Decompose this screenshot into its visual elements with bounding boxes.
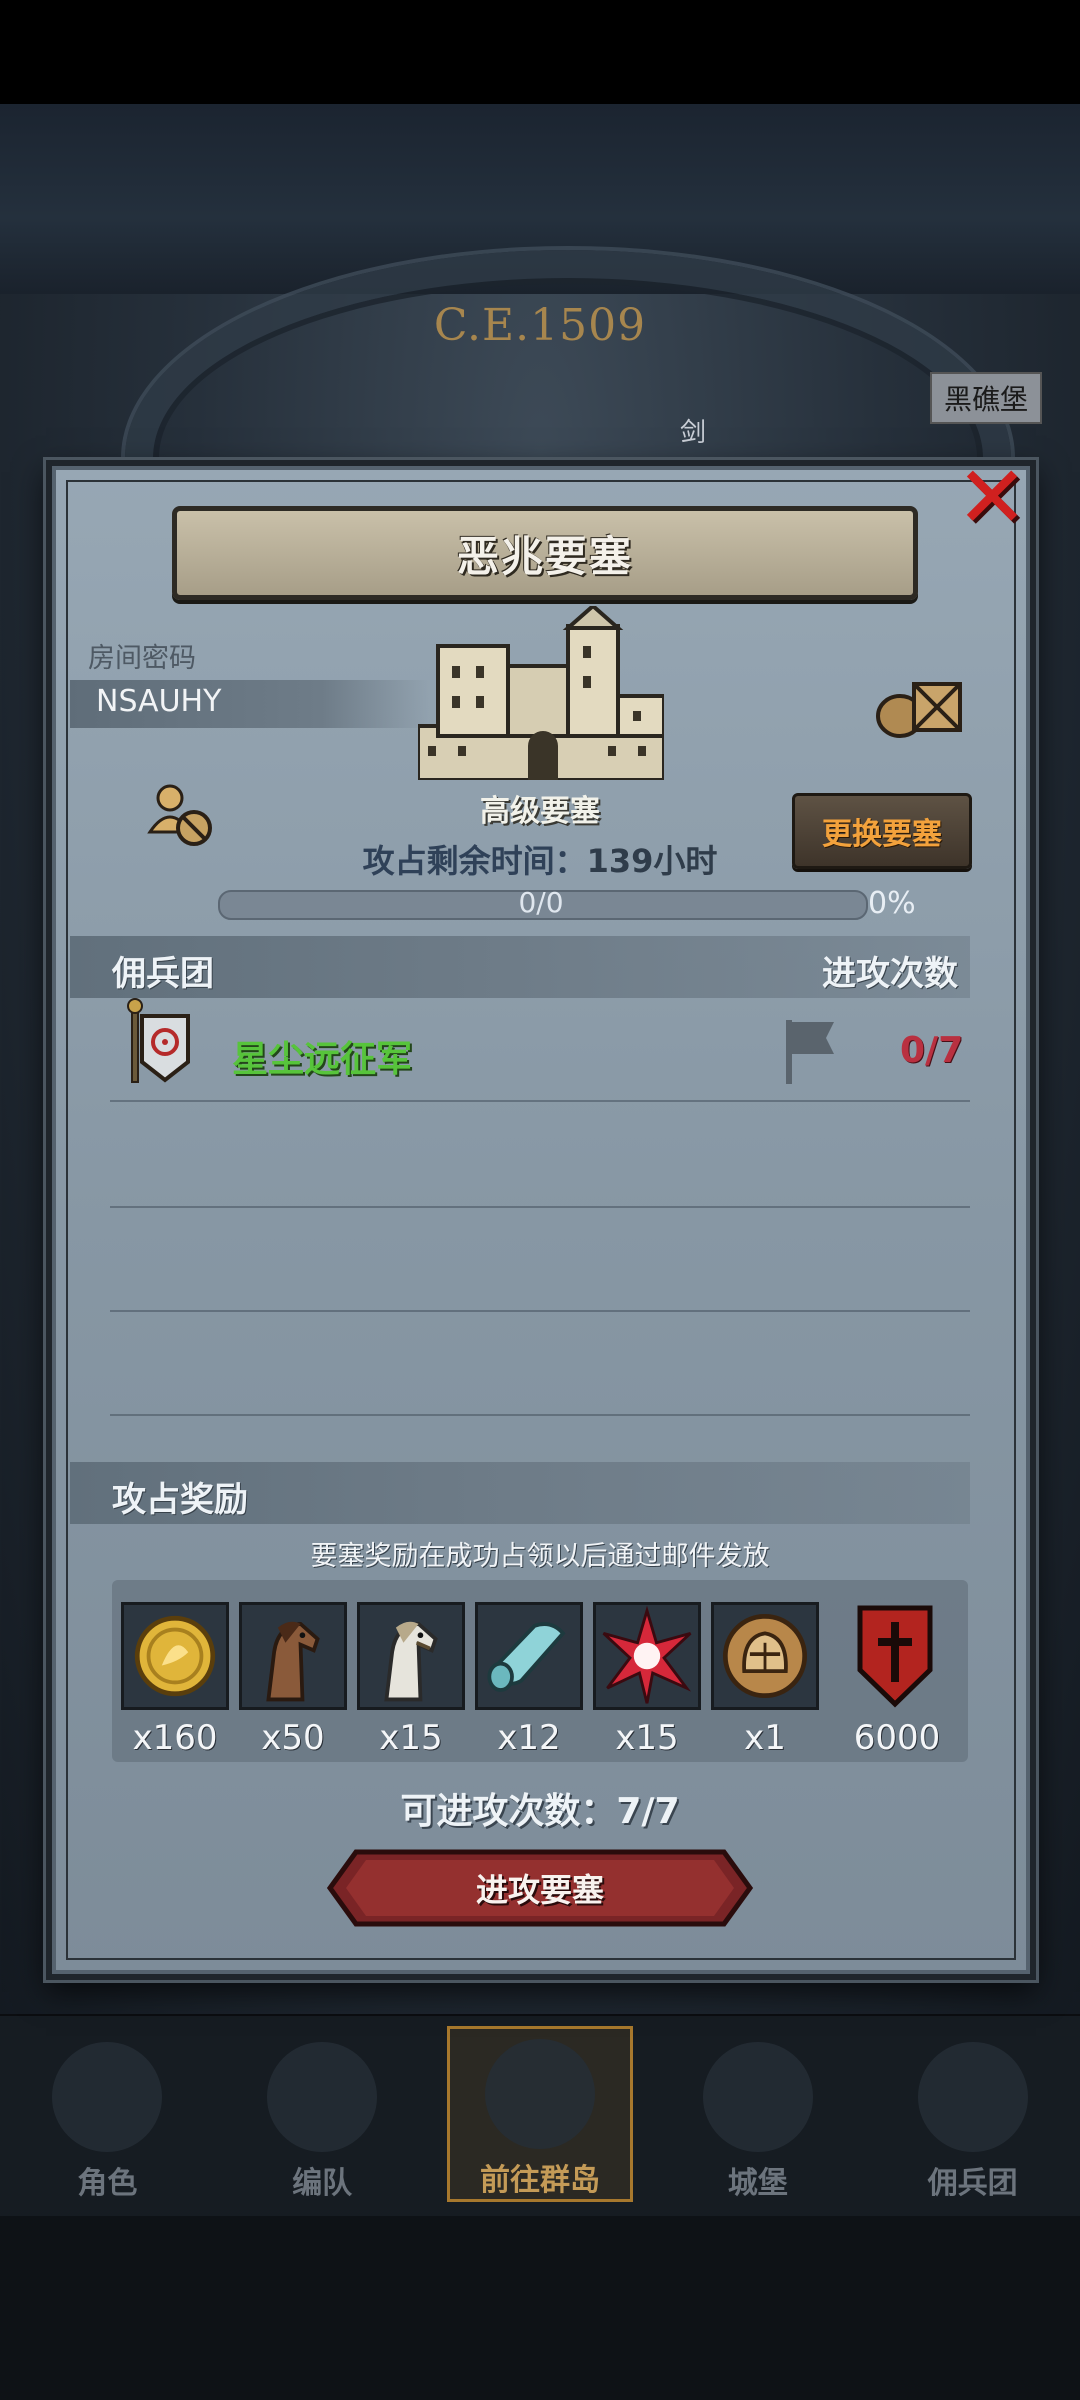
nav-item-label: 前往群岛 — [479, 2163, 600, 2198]
reward-qty: x15 — [379, 1718, 443, 1758]
occupy-progress-text: 0/0 — [518, 886, 564, 919]
reward-item-cloth[interactable] — [475, 1602, 583, 1710]
nav-item-label: 城堡 — [727, 2166, 788, 2201]
nav-item-label: 角色 — [77, 2166, 138, 2201]
occupy-time-remaining: 攻占剩余时间：139小时 — [0, 836, 1080, 882]
attack-count-column-header: 进攻次数 — [822, 954, 958, 994]
nav-item-islands[interactable]: 前往群岛 — [446, 2026, 633, 2202]
occupy-time-unit: 小时 — [653, 842, 718, 880]
attack-fortress-label: 进攻要塞 — [475, 1871, 604, 1909]
reward-qty: x15 — [615, 1718, 679, 1758]
available-attacks-value: 7/7 — [616, 1791, 680, 1832]
red-shield-emblem-icon[interactable] — [856, 1604, 934, 1708]
reward-note: 要塞奖励在成功占领以后通过邮件发放 — [310, 1541, 770, 1572]
close-button[interactable]: ✕ — [950, 448, 1034, 548]
reward-item-brown-horse[interactable] — [239, 1602, 347, 1710]
bottom-spacer — [0, 2216, 1080, 2400]
reward-qty: x1 — [744, 1718, 786, 1758]
occupy-time-label: 攻占剩余时间： — [362, 842, 587, 880]
row-divider — [110, 1310, 970, 1312]
cloth-roll-icon — [487, 1622, 566, 1692]
helmet-icon — [267, 2042, 378, 2152]
flag-icon — [786, 1020, 834, 1084]
supply-crate-icon[interactable] — [874, 670, 966, 740]
nav-item-castle[interactable]: 城堡 — [668, 2032, 848, 2202]
nav-item-formation[interactable]: 编队 — [232, 2032, 412, 2202]
nav-item-mercenary[interactable]: 佣兵团 — [883, 2032, 1063, 2202]
reward-qty: x160 — [132, 1718, 218, 1758]
mercenary-attack-count: 0/7 — [900, 1030, 964, 1071]
castle-icon — [418, 606, 664, 780]
occupy-time-value: 139 — [586, 842, 654, 880]
reward-item-helmet-medal[interactable] — [711, 1602, 819, 1710]
castle-icon — [702, 2042, 813, 2152]
red-star-crystal-icon — [602, 1605, 692, 1704]
mercenary-name[interactable]: 星尘远征军 — [232, 1030, 412, 1082]
reward-qty: x50 — [261, 1718, 325, 1758]
status-bar-area — [0, 0, 1080, 104]
room-password-value[interactable]: NSAUHY — [96, 684, 221, 719]
row-divider — [110, 1206, 970, 1208]
compass-icon — [484, 2039, 595, 2149]
available-attacks: 可进攻次数：7/7 — [0, 1782, 1080, 1834]
reward-item-white-horse[interactable] — [357, 1602, 465, 1710]
reward-item-red-star[interactable] — [593, 1602, 701, 1710]
knight-helmet-medal-icon — [722, 1613, 808, 1699]
location-tag[interactable]: 黑礁堡 — [929, 372, 1042, 424]
location-tag-partial: 剑 — [680, 418, 707, 448]
gold-coin-icon — [134, 1615, 216, 1697]
row-divider — [110, 1100, 970, 1102]
nav-item-label: 佣兵团 — [927, 2166, 1018, 2201]
close-icon: ✕ — [955, 448, 1029, 548]
white-horse-icon — [384, 1621, 438, 1702]
nav-item-label: 编队 — [292, 2166, 353, 2201]
reward-qty: x12 — [497, 1718, 561, 1758]
reward-section-title: 攻占奖励 — [112, 1480, 248, 1520]
year-indicator: C.E.1509 — [433, 300, 647, 351]
reward-qty: 6000 — [853, 1718, 941, 1758]
bottom-navigation: 角色 编队 前往群岛 城堡 佣兵团 — [0, 2016, 1080, 2216]
dialog-title-banner: 恶兆要塞 — [172, 506, 918, 600]
war-tower-icon — [917, 2042, 1028, 2152]
available-attacks-label: 可进攻次数： — [400, 1791, 617, 1832]
brown-horse-icon — [266, 1621, 320, 1702]
nav-item-character[interactable]: 角色 — [17, 2032, 197, 2202]
mercenary-banner-icon[interactable] — [126, 998, 196, 1084]
knight-icon — [52, 2042, 163, 2152]
room-password-label: 房间密码 — [88, 643, 196, 674]
reward-item-gold[interactable] — [121, 1602, 229, 1710]
dialog-title: 恶兆要塞 — [456, 531, 633, 581]
mercenary-column-header: 佣兵团 — [112, 954, 214, 994]
attack-fortress-button[interactable]: 进攻要塞 — [326, 1848, 754, 1928]
occupy-progress-percent: 0% — [868, 886, 916, 921]
row-divider — [110, 1414, 970, 1416]
